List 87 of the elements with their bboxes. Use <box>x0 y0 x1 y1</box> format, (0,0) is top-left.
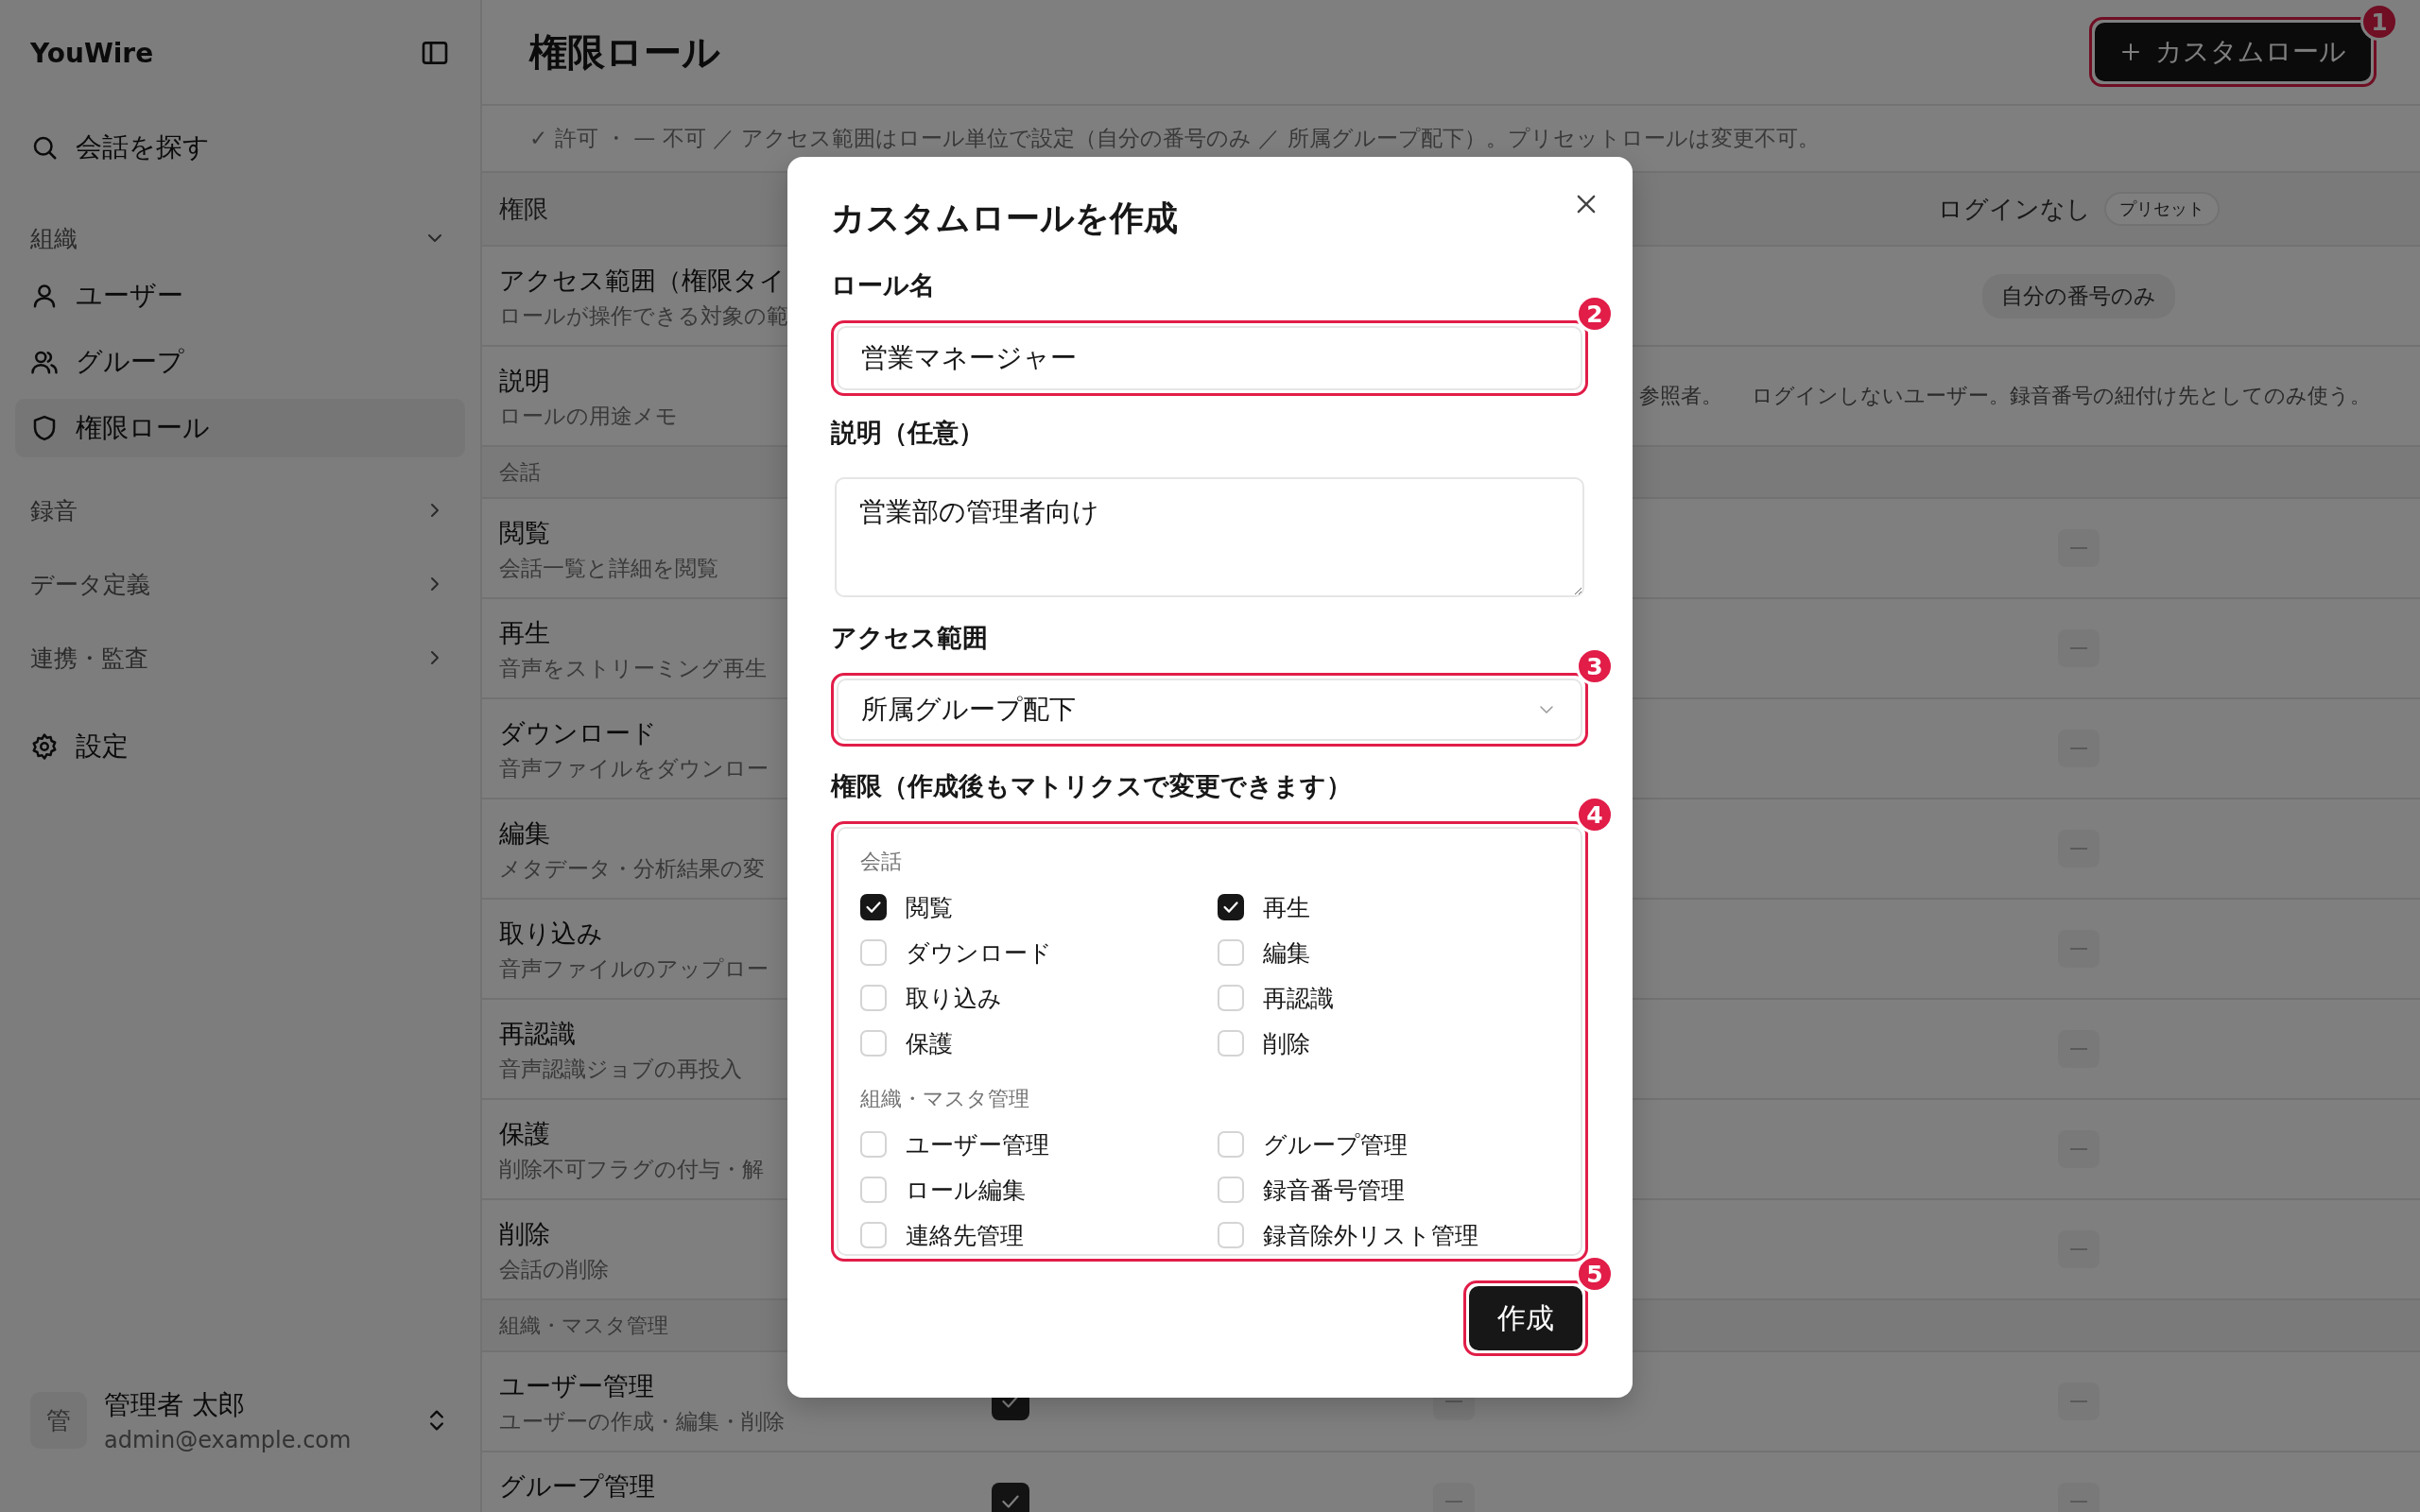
cell-text: 参照者。 <box>1639 383 1722 409</box>
denied-mark <box>2058 830 2100 868</box>
denied-mark <box>2058 1383 2100 1420</box>
checkbox-label[interactable]: 閲覧 <box>906 891 953 923</box>
checkbox-label[interactable]: 保護 <box>906 1027 953 1059</box>
checkbox-label[interactable]: 再生 <box>1263 891 1310 923</box>
permission-description: メタデータ・分析結果の変 <box>499 855 765 883</box>
scope-pill: 自分の番号のみ <box>1982 273 2175 318</box>
role-name-field[interactable]: 営業マネージャー <box>837 326 1582 390</box>
callout-badge: 4 <box>1576 796 1614 833</box>
avatar: 管 <box>30 1392 87 1449</box>
checkbox-label[interactable]: グループ管理 <box>1263 1128 1408 1160</box>
denied-mark <box>2058 629 2100 667</box>
callout-badge: 5 <box>1576 1255 1614 1293</box>
plus-icon <box>2119 41 2142 63</box>
create-button[interactable]: 作成 <box>1469 1286 1582 1350</box>
checkbox-label[interactable]: ロール編集 <box>906 1174 1026 1206</box>
denied-mark <box>2058 1230 2100 1268</box>
section-label: 会話 <box>499 458 541 486</box>
nav-group[interactable]: 組織 <box>15 210 465 266</box>
permission-name: 編集 <box>499 817 550 850</box>
cell-text: ログインしないユーザー。録音番号の紐付け先としてのみ使う。 <box>1752 383 2371 409</box>
brand-logo: YouWire <box>30 37 154 69</box>
user-email: admin@example.com <box>104 1427 353 1453</box>
nav-item[interactable]: 権限ロール <box>15 399 465 457</box>
column-header: ログインなし <box>1938 193 2091 225</box>
new-role-button[interactable]: カスタムロール <box>2095 23 2371 81</box>
section-label: 組織・マスタ管理 <box>499 1312 668 1339</box>
nav-item[interactable]: ユーザー <box>15 266 465 325</box>
user-name: 管理者 太郎 <box>104 1388 246 1422</box>
permission-name: 説明 <box>499 365 550 397</box>
permission-name: アクセス範囲（権限タイ <box>499 265 786 297</box>
permission-description: 音声をストリーミング再生 <box>499 655 767 682</box>
permission-description: ユーザーの作成・編集・削除 <box>499 1408 785 1435</box>
field-label: 説明（任意） <box>831 417 985 449</box>
permission-description: 会話一覧と詳細を閲覧 <box>499 555 718 582</box>
checkbox-label[interactable]: 録音除外リスト管理 <box>1263 1219 1478 1251</box>
permission-description: 音声ファイルをダウンロー <box>499 755 769 782</box>
checkbox-label[interactable]: 録音番号管理 <box>1263 1174 1405 1206</box>
denied-mark <box>2058 1130 2100 1168</box>
denied-mark <box>2058 930 2100 968</box>
permission-description: 削除不可フラグの付与・解 <box>499 1156 764 1183</box>
access-scope-select[interactable]: 所属グループ配下 <box>837 679 1582 741</box>
field-label: アクセス範囲 <box>831 622 989 654</box>
denied-mark <box>2058 529 2100 567</box>
callout-badge: 2 <box>1576 295 1614 333</box>
permission-name: 取り込み <box>499 918 603 950</box>
callout-badge: 3 <box>1576 647 1614 685</box>
column-header: 権限 <box>499 193 548 225</box>
checkbox-label[interactable]: ユーザー管理 <box>906 1128 1049 1160</box>
field-label: 権限（作成後もマトリクスで変更できます） <box>831 770 1353 802</box>
permission-description: 音声ファイルのアップロー <box>499 955 769 983</box>
permission-name: 保護 <box>499 1118 550 1150</box>
checkbox-label[interactable]: ダウンロード <box>906 936 1052 969</box>
preset-badge: プリセット <box>2104 192 2220 226</box>
checkbox[interactable] <box>860 894 887 920</box>
description-field[interactable]: 営業部の管理者向け <box>835 477 1584 597</box>
checkbox-label[interactable]: 取り込み <box>906 982 1002 1014</box>
permission-name: 閲覧 <box>499 517 550 549</box>
permission-name: 削除 <box>499 1218 550 1250</box>
checkbox-label[interactable]: 再認識 <box>1263 982 1334 1014</box>
nav-item[interactable]: グループ <box>15 333 465 391</box>
denied-mark <box>2058 730 2100 767</box>
permission-name: ユーザー管理 <box>499 1370 654 1402</box>
denied-mark <box>2058 1030 2100 1068</box>
checkbox-label[interactable]: 編集 <box>1263 936 1310 969</box>
field-label: ロール名 <box>831 269 936 301</box>
permission-description: 音声認識ジョブの再投入 <box>499 1056 742 1083</box>
permission-description: 会話の削除 <box>499 1256 609 1283</box>
checkbox-label[interactable]: 削除 <box>1263 1027 1310 1059</box>
permission-name: 再認識 <box>499 1018 576 1050</box>
nav-item[interactable]: 設定 <box>15 717 465 776</box>
group-label: 組織・マスタ管理 <box>860 1086 1030 1112</box>
dialog-title: カスタムロールを作成 <box>831 198 1179 239</box>
permission-description: ロールが操作できる対象の範 <box>499 302 788 330</box>
legend-text: ✓ 許可 ・ — 不可 ／ アクセス範囲はロール単位で設定（自分の番号のみ ／ 所属グループ配下）。プリセットロールは変更不可。 <box>529 125 1820 152</box>
group-label: 会話 <box>860 849 903 875</box>
permission-name: 再生 <box>499 617 550 649</box>
permission-description: ロールの用途メモ <box>499 403 678 430</box>
page-title: 権限ロール <box>529 28 720 76</box>
permission-name: グループ管理 <box>499 1470 655 1503</box>
settings-icon <box>30 732 59 761</box>
callout-badge: 1 <box>2360 3 2398 41</box>
checkbox[interactable] <box>1218 894 1244 920</box>
checkbox-label[interactable]: 連絡先管理 <box>906 1219 1024 1251</box>
search-item[interactable]: 会話を探す <box>15 118 465 177</box>
permission-name: ダウンロード <box>499 717 657 749</box>
